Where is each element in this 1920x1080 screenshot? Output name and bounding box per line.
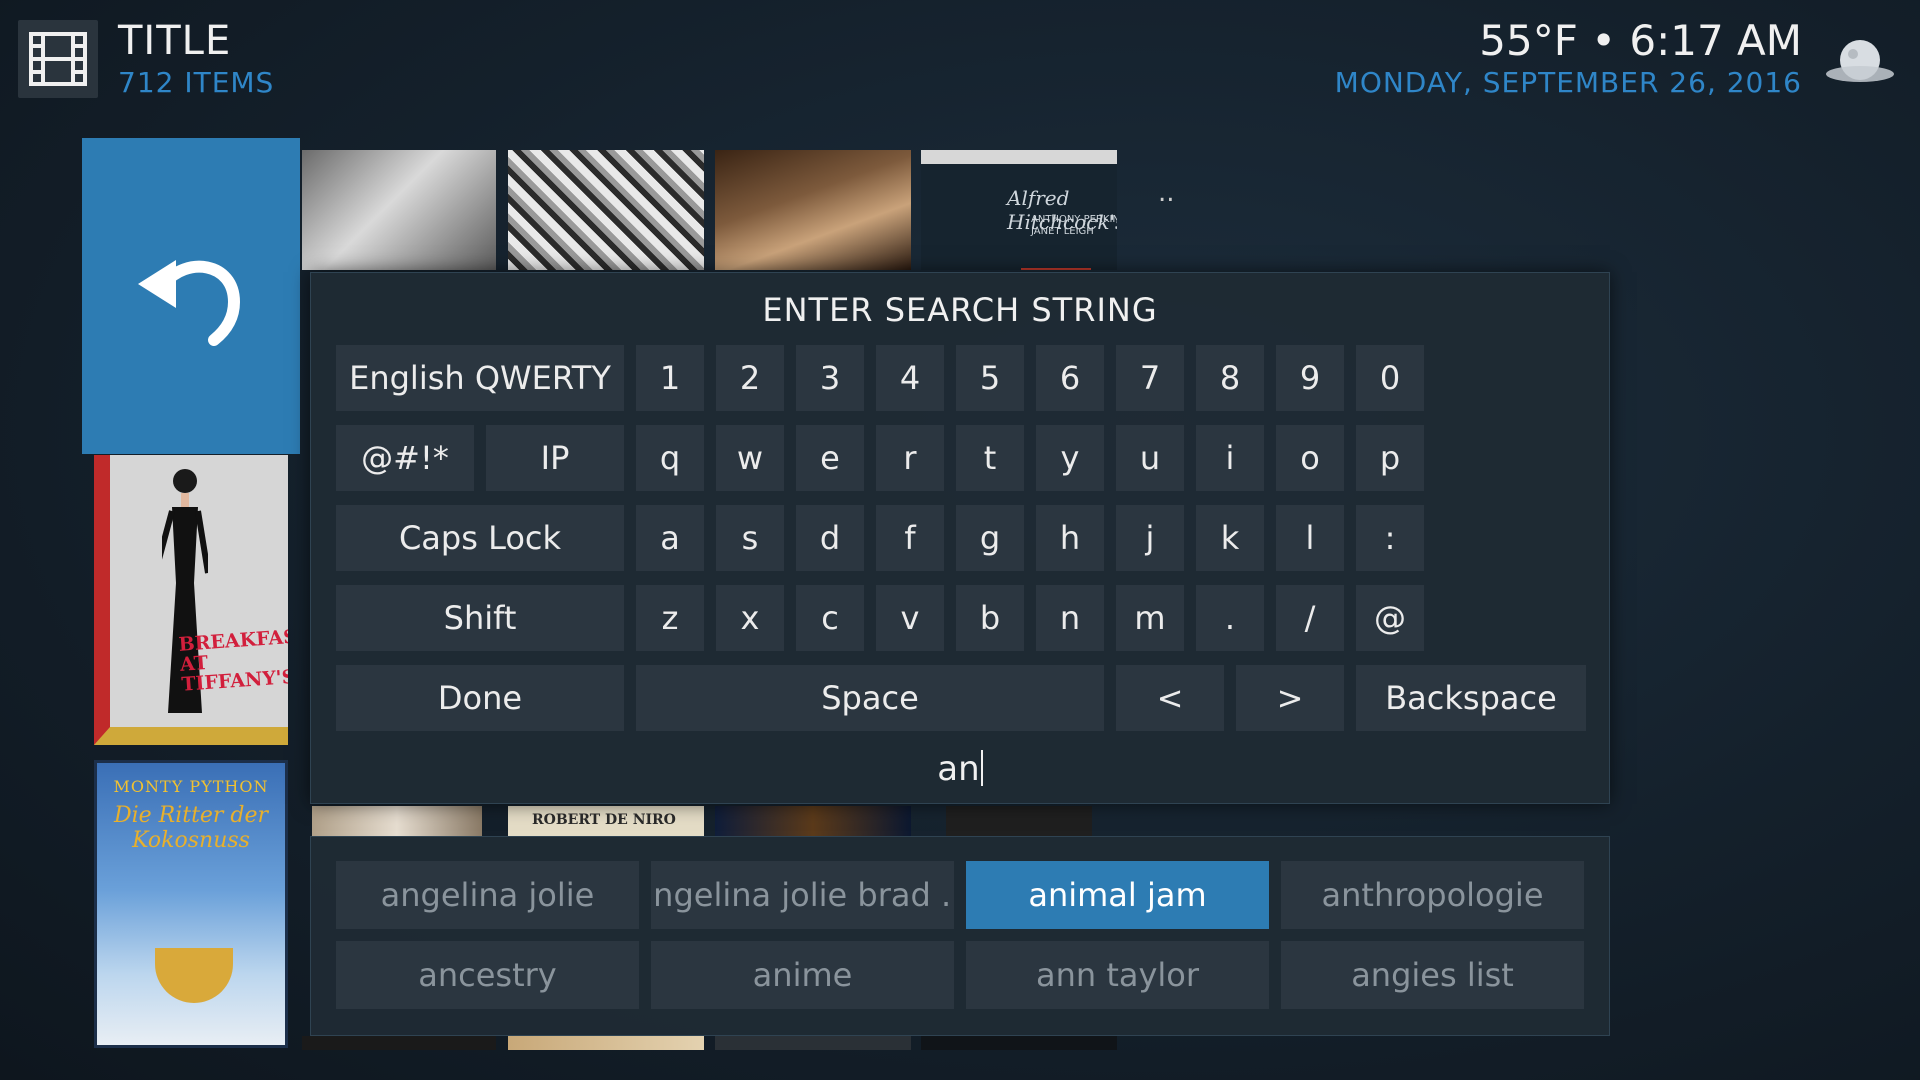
suggestion-item[interactable]: angelina jolie brad ... xyxy=(651,861,954,929)
key-0[interactable]: 0 xyxy=(1356,345,1424,411)
key-p[interactable]: p xyxy=(1356,425,1424,491)
key-o[interactable]: o xyxy=(1276,425,1344,491)
key-5[interactable]: 5 xyxy=(956,345,1024,411)
poster-title: Die Ritter der Kokosnuss xyxy=(113,803,269,853)
poster-title: ROBERT DE NIRO xyxy=(532,812,676,828)
poster-grail xyxy=(155,948,233,1003)
poster-thumbnail[interactable] xyxy=(946,806,1092,836)
key-j[interactable]: j xyxy=(1116,505,1184,571)
key-b[interactable]: b xyxy=(956,585,1024,651)
key-colon[interactable]: : xyxy=(1356,505,1424,571)
header: TITLE 712 ITEMS 55°F • 6:17 AM MONDAY, S… xyxy=(0,0,1920,110)
item-count: 712 ITEMS xyxy=(118,66,275,99)
key-w[interactable]: w xyxy=(716,425,784,491)
key-y[interactable]: y xyxy=(1036,425,1104,491)
key-n[interactable]: n xyxy=(1036,585,1104,651)
key-v[interactable]: v xyxy=(876,585,944,651)
text-caret xyxy=(980,750,983,786)
poster-thumbnail[interactable] xyxy=(715,806,911,836)
suggestion-item[interactable]: angies list xyxy=(1281,941,1584,1009)
poster-cast: ANTHONY PERKINS JANET LEIGH xyxy=(1031,214,1117,237)
key-e[interactable]: e xyxy=(796,425,864,491)
key-a[interactable]: a xyxy=(636,505,704,571)
key-6[interactable]: 6 xyxy=(1036,345,1104,411)
key-i[interactable]: i xyxy=(1196,425,1264,491)
shift-key[interactable]: Shift xyxy=(336,585,624,651)
suggestion-item-selected[interactable]: animal jam xyxy=(966,861,1269,929)
poster-breakfast-at-tiffanys[interactable]: BREAKFAST AT TIFFANY'S xyxy=(94,455,288,745)
layout-key[interactable]: English QWERTY xyxy=(336,345,624,411)
key-d[interactable]: d xyxy=(796,505,864,571)
search-input[interactable]: an xyxy=(311,749,1609,789)
ip-key[interactable]: IP xyxy=(486,425,624,491)
suggestion-item[interactable]: ann taylor xyxy=(966,941,1269,1009)
poster-decoration xyxy=(1021,268,1091,270)
key-m[interactable]: m xyxy=(1116,585,1184,651)
back-arrow-icon xyxy=(138,260,241,346)
key-7[interactable]: 7 xyxy=(1116,345,1184,411)
back-button[interactable] xyxy=(82,138,300,454)
cursor-left-key[interactable]: < xyxy=(1116,665,1224,731)
caps-lock-key[interactable]: Caps Lock xyxy=(336,505,624,571)
search-suggestions: angelina jolie angelina jolie brad ... a… xyxy=(310,836,1610,1036)
dialog-title: ENTER SEARCH STRING xyxy=(762,291,1158,329)
key-s[interactable]: s xyxy=(716,505,784,571)
poster-thumbnail[interactable] xyxy=(508,1036,704,1050)
key-c[interactable]: c xyxy=(796,585,864,651)
space-key[interactable]: Space xyxy=(636,665,1104,731)
key-z[interactable]: z xyxy=(636,585,704,651)
poster-psycho[interactable]: Alfred Hitchcock's ANTHONY PERKINS JANET… xyxy=(921,150,1117,270)
key-q[interactable]: q xyxy=(636,425,704,491)
key-t[interactable]: t xyxy=(956,425,1024,491)
key-4[interactable]: 4 xyxy=(876,345,944,411)
poster-thumbnail[interactable] xyxy=(715,150,911,270)
search-keyboard-dialog: ENTER SEARCH STRING English QWERTY 1 2 3… xyxy=(310,272,1610,804)
key-h[interactable]: h xyxy=(1036,505,1104,571)
key-x[interactable]: x xyxy=(716,585,784,651)
poster-thumbnail[interactable] xyxy=(302,150,496,270)
suggestion-item[interactable]: ancestry xyxy=(336,941,639,1009)
suggestion-item[interactable]: anthropologie xyxy=(1281,861,1584,929)
key-r[interactable]: r xyxy=(876,425,944,491)
key-g[interactable]: g xyxy=(956,505,1024,571)
key-3[interactable]: 3 xyxy=(796,345,864,411)
cursor-right-key[interactable]: > xyxy=(1236,665,1344,731)
poster-thumbnail[interactable] xyxy=(312,806,482,836)
key-8[interactable]: 8 xyxy=(1196,345,1264,411)
poster-taxi-driver[interactable]: ROBERT DE NIRO xyxy=(508,806,704,836)
film-icon xyxy=(18,20,98,98)
suggestion-item[interactable]: angelina jolie xyxy=(336,861,639,929)
weather-moon-icon xyxy=(1822,32,1898,88)
key-1[interactable]: 1 xyxy=(636,345,704,411)
weather-time: 55°F • 6:17 AM xyxy=(1479,16,1802,65)
key-9[interactable]: 9 xyxy=(1276,345,1344,411)
done-button[interactable]: Done xyxy=(336,665,624,731)
poster-thumbnail[interactable] xyxy=(715,1036,911,1050)
suggestion-item[interactable]: anime xyxy=(651,941,954,1009)
key-period[interactable]: . xyxy=(1196,585,1264,651)
poster-title-top: MONTY PYTHON xyxy=(113,777,269,796)
page-title: TITLE xyxy=(118,18,232,64)
key-u[interactable]: u xyxy=(1116,425,1184,491)
parent-folder-item[interactable]: .. xyxy=(1158,178,1175,208)
search-input-value: an xyxy=(937,749,980,789)
key-l[interactable]: l xyxy=(1276,505,1344,571)
backspace-key[interactable]: Backspace xyxy=(1356,665,1586,731)
key-2[interactable]: 2 xyxy=(716,345,784,411)
poster-monty-python[interactable]: MONTY PYTHON Die Ritter der Kokosnuss xyxy=(94,760,288,1048)
current-date: MONDAY, SEPTEMBER 26, 2016 xyxy=(1334,66,1802,99)
poster-thumbnail[interactable] xyxy=(921,1036,1117,1050)
key-f[interactable]: f xyxy=(876,505,944,571)
poster-thumbnail[interactable] xyxy=(302,1036,496,1050)
symbols-key[interactable]: @#!* xyxy=(336,425,474,491)
key-at[interactable]: @ xyxy=(1356,585,1424,651)
key-k[interactable]: k xyxy=(1196,505,1264,571)
poster-title: BREAKFAST AT TIFFANY'S xyxy=(177,624,288,696)
key-slash[interactable]: / xyxy=(1276,585,1344,651)
poster-thumbnail[interactable] xyxy=(508,150,704,270)
